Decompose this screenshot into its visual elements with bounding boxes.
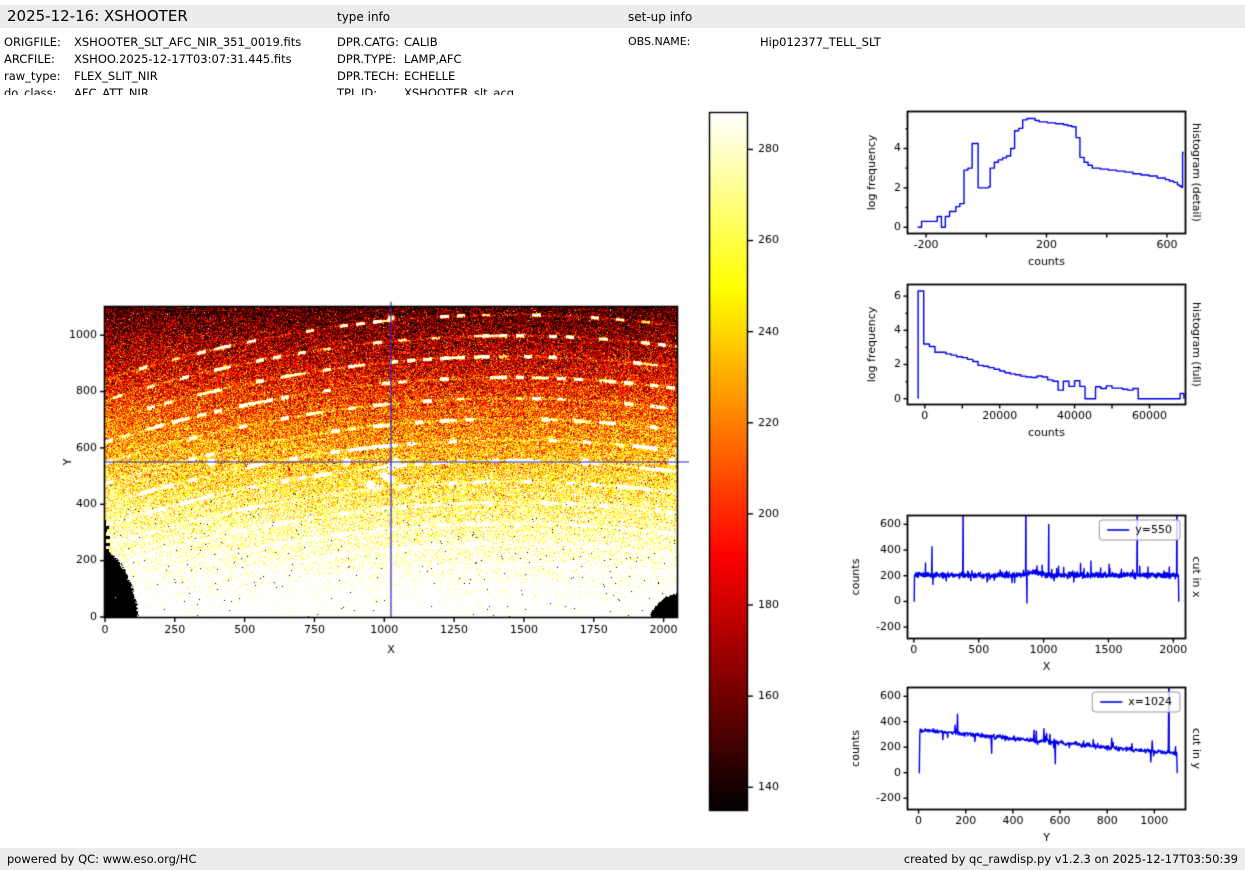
rawtype-value: FLEX_SLIT_NIR [74,69,158,83]
obsname-label: OBS.NAME: [628,35,691,48]
origfile-label: ORIGFILE: [4,35,61,49]
dprtype-value: LAMP,AFC [404,52,462,66]
setup-info-header: set-up info [628,10,693,24]
figure-canvas [0,95,1245,845]
page-title: 2025-12-16: XSHOOTER [7,7,188,25]
qc-report-page: 2025-12-16: XSHOOTER type info set-up in… [0,0,1245,870]
type-info-header: type info [337,10,391,24]
dprtech-value: ECHELLE [404,69,456,83]
obsname-value: Hip012377_TELL_SLT [760,35,881,49]
arcfile-value: XSHOO.2025-12-17T03:07:31.445.fits [74,52,292,66]
dprcatg-value: CALIB [404,35,438,49]
dprtech-label: DPR.TECH: [337,69,399,83]
origfile-value: XSHOOTER_SLT_AFC_NIR_351_0019.fits [74,35,302,49]
arcfile-label: ARCFILE: [4,52,55,66]
footer-bar: powered by QC: www.eso.org/HC created by… [0,848,1245,870]
dprcatg-label: DPR.CATG: [337,35,399,49]
footer-right: created by qc_rawdisp.py v1.2.3 on 2025-… [903,852,1238,866]
dprtype-label: DPR.TYPE: [337,52,397,66]
rawtype-label: raw_type: [4,69,61,83]
footer-left: powered by QC: www.eso.org/HC [7,852,197,866]
header-bar: 2025-12-16: XSHOOTER type info set-up in… [0,5,1245,28]
